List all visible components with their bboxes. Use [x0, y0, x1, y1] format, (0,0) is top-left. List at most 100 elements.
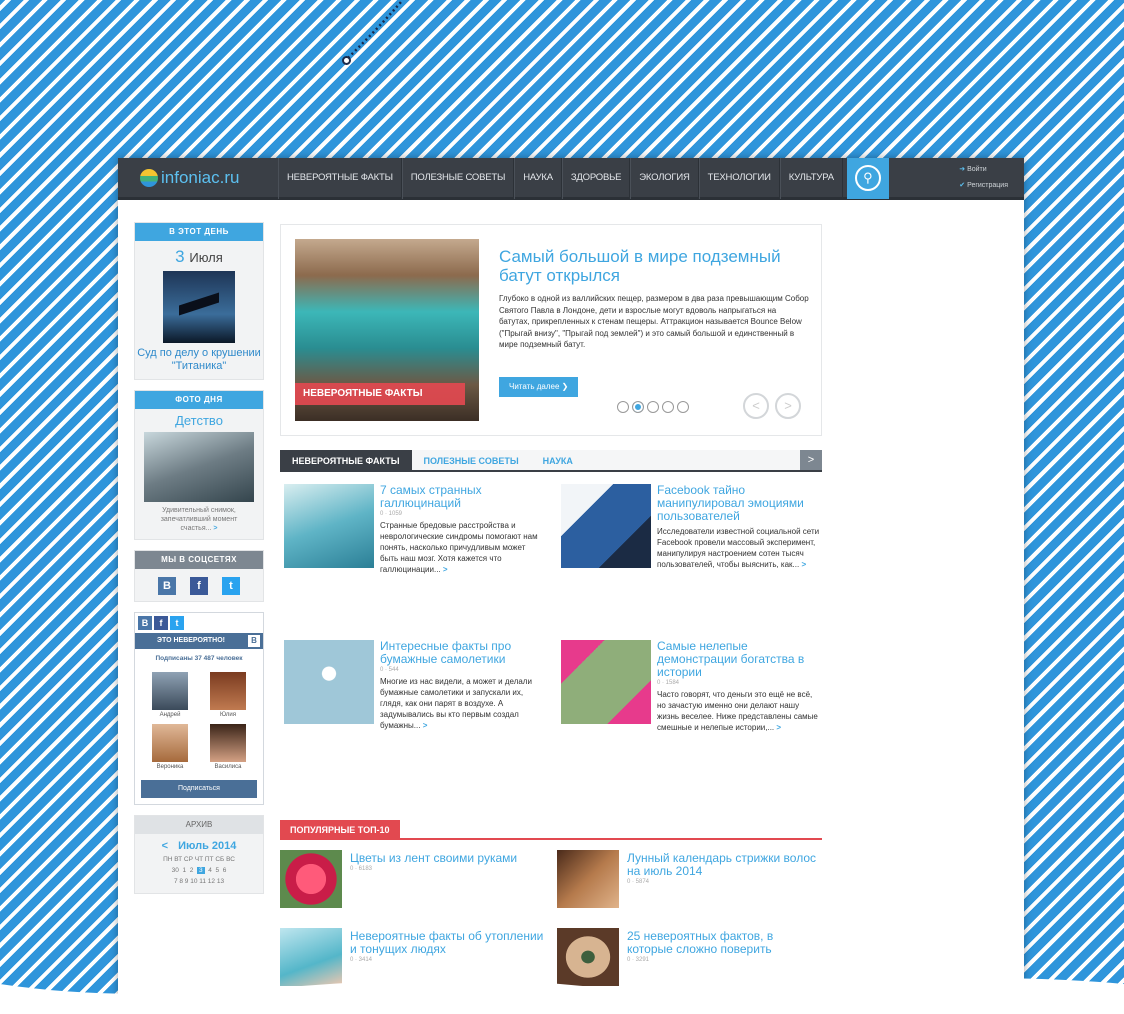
calendar-weekdays: ПН ВТ СР ЧТ ПТ СБ ВС — [163, 856, 235, 863]
archive-month: < Июль 2014 — [161, 840, 237, 852]
vk-group-widget: В f t ЭТО НЕВЕРОЯТНО! Подписаны 37 487 ч… — [134, 612, 264, 805]
photo-of-day-heading: ФОТО ДНЯ — [135, 391, 263, 409]
login-icon: ➜ — [959, 165, 966, 173]
search-icon: ⚲ — [854, 164, 881, 191]
main-content: НЕВЕРОЯТНЫЕ ФАКТЫ Самый большой в мире п… — [280, 224, 822, 986]
member-card[interactable]: Андрей — [141, 672, 199, 718]
slider-dot[interactable] — [617, 401, 629, 413]
more-arrow-icon[interactable]: > — [423, 721, 428, 730]
calendar-day[interactable]: 5 — [215, 867, 219, 874]
check-icon: ✔ — [959, 181, 966, 189]
widget-tabs: В f t — [135, 613, 263, 633]
more-arrow-icon[interactable]: > — [213, 525, 217, 532]
titanic-thumbnail[interactable] — [163, 271, 235, 343]
tab-tips[interactable]: ПОЛЕЗНЫЕ СОВЕТЫ — [412, 450, 531, 470]
more-arrow-icon[interactable]: > — [443, 565, 448, 574]
login-link[interactable]: ➜ Войти — [959, 162, 1008, 178]
slider-arrows: < > — [743, 393, 801, 419]
on-this-day-box: В ЭТОТ ДЕНЬ 3 Июля Суд по делу о крушени… — [134, 222, 264, 380]
tab-science[interactable]: НАУКА — [531, 450, 585, 470]
social-heading: МЫ В СОЦСЕТЯХ — [135, 551, 263, 569]
article-image[interactable] — [561, 484, 651, 568]
calendar-day[interactable]: 4 — [208, 867, 212, 874]
widget-tab-twitter[interactable]: t — [170, 616, 184, 630]
nav-item-ecology[interactable]: ЭКОЛОГИЯ — [630, 158, 699, 199]
avatar — [152, 724, 188, 762]
popular-image — [557, 850, 619, 908]
avatar — [152, 672, 188, 710]
popular-title: Лунный календарь стрижки волос на июль 2… — [627, 851, 816, 878]
more-arrow-icon[interactable]: > — [801, 560, 806, 569]
featured-image[interactable]: НЕВЕРОЯТНЫЕ ФАКТЫ — [295, 239, 479, 421]
article-card: 7 самых странных галлюцинаций 0 · 1059 С… — [280, 484, 545, 640]
article-image[interactable] — [284, 640, 374, 724]
more-arrow-icon[interactable]: > — [776, 723, 781, 732]
widget-tab-facebook[interactable]: f — [154, 616, 168, 630]
decor-dot — [342, 56, 351, 65]
featured-slider: НЕВЕРОЯТНЫЕ ФАКТЫ Самый большой в мире п… — [280, 224, 822, 436]
featured-text: Глубоко в одной из валлийских пещер, раз… — [499, 294, 809, 349]
slider-dot[interactable] — [647, 401, 659, 413]
nav-item-culture[interactable]: КУЛЬТУРА — [779, 158, 843, 199]
widget-group-name[interactable]: ЭТО НЕВЕРОЯТНО! — [135, 633, 263, 649]
calendar-week[interactable]: 7 8 9 10 11 12 13 — [135, 876, 263, 887]
popular-heading: ПОПУЛЯРНЫЕ ТОП-10 — [280, 820, 822, 840]
photo-of-day-title[interactable]: Детство — [135, 413, 263, 428]
member-card[interactable]: Василиса — [199, 724, 257, 770]
popular-meta: 0 · 5874 — [627, 879, 650, 885]
nav-item-facts[interactable]: НЕВЕРОЯТНЫЕ ФАКТЫ — [278, 158, 402, 199]
popular-title: Невероятные факты об утоплении и тонущих… — [350, 929, 544, 956]
logo-text: infoniac.ru — [161, 167, 240, 187]
slider-dot-active[interactable] — [632, 401, 644, 413]
photo-of-day-caption: Удивительный снимок, запечатливший момен… — [160, 507, 238, 532]
tab-facts[interactable]: НЕВЕРОЯТНЫЕ ФАКТЫ — [280, 450, 412, 470]
facebook-icon[interactable]: f — [190, 577, 208, 595]
archive-heading: АРХИВ — [135, 816, 263, 834]
calendar-day[interactable]: 6 — [223, 867, 227, 874]
popular-title: 25 невероятных фактов, в которые сложно … — [627, 929, 774, 956]
photo-of-day-image[interactable] — [144, 432, 254, 502]
popular-item[interactable]: Цветы из лент своими руками 0 · 6183 — [280, 850, 545, 908]
slider-dot[interactable] — [662, 401, 674, 413]
slider-dot[interactable] — [677, 401, 689, 413]
featured-category-badge[interactable]: НЕВЕРОЯТНЫЕ ФАКТЫ — [295, 383, 465, 405]
calendar: ПН ВТ СР ЧТ ПТ СБ ВС 30 1 2 3 4 5 6 7 8 … — [135, 854, 263, 887]
twitter-icon[interactable]: t — [222, 577, 240, 595]
avatar — [210, 672, 246, 710]
search-button[interactable]: ⚲ — [846, 158, 889, 199]
article-image[interactable] — [284, 484, 374, 568]
nav-item-health[interactable]: ЗДОРОВЬЕ — [561, 158, 631, 199]
subscribe-button[interactable]: Подписаться — [141, 780, 257, 798]
calendar-day[interactable]: 30 — [172, 867, 179, 874]
auth-links: ➜ Войти ✔ Регистрация — [959, 162, 1008, 194]
tabs-next-icon[interactable]: > — [800, 450, 822, 470]
prev-month-icon[interactable]: < — [162, 840, 168, 852]
on-this-day-caption[interactable]: Суд по делу о крушении "Титаника" — [135, 347, 263, 373]
calendar-week: 30 1 2 3 4 5 6 — [135, 865, 263, 876]
nav-item-science[interactable]: НАУКА — [514, 158, 562, 199]
widget-tab-vk[interactable]: В — [138, 616, 152, 630]
widget-members: Андрей Юлия Вероника Василиса — [135, 668, 263, 774]
article-image[interactable] — [561, 640, 651, 724]
top-navigation-bar: infoniac.ru НЕВЕРОЯТНЫЕ ФАКТЫ ПОЛЕЗНЫЕ С… — [118, 158, 1024, 200]
archive-box: АРХИВ < Июль 2014 ПН ВТ СР ЧТ ПТ СБ ВС 30… — [134, 815, 264, 894]
read-more-button[interactable]: Читать далее ❯ — [499, 377, 579, 397]
slider-next-icon[interactable]: > — [775, 393, 801, 419]
nav-item-tech[interactable]: ТЕХНОЛОГИИ — [698, 158, 780, 199]
calendar-day[interactable]: 1 — [182, 867, 186, 874]
popular-item[interactable]: Лунный календарь стрижки волос на июль 2… — [557, 850, 822, 908]
category-tabs: НЕВЕРОЯТНЫЕ ФАКТЫ ПОЛЕЗНЫЕ СОВЕТЫ НАУКА … — [280, 450, 822, 472]
member-card[interactable]: Вероника — [141, 724, 199, 770]
calendar-day-selected[interactable]: 3 — [196, 867, 205, 874]
site-logo[interactable]: infoniac.ru — [118, 168, 278, 188]
member-card[interactable]: Юлия — [199, 672, 257, 718]
nav-item-tips[interactable]: ПОЛЕЗНЫЕ СОВЕТЫ — [401, 158, 515, 199]
slider-prev-icon[interactable]: < — [743, 393, 769, 419]
vk-icon[interactable]: В — [158, 577, 176, 595]
register-link[interactable]: ✔ Регистрация — [959, 178, 1008, 194]
article-card: Самые нелепые демонстрации богатства в и… — [557, 640, 822, 796]
featured-title[interactable]: Самый большой в мире подземный батут отк… — [499, 247, 809, 285]
popular-image — [280, 850, 342, 908]
dotted-trail-decoration — [347, 1, 402, 59]
calendar-day[interactable]: 2 — [190, 867, 194, 874]
